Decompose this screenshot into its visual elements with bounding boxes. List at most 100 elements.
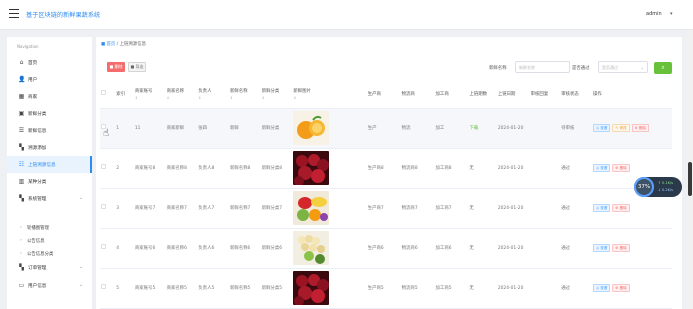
status-filter-label: 是否通过 <box>572 66 590 71</box>
user-menu[interactable]: admin <box>646 11 662 17</box>
cell-acct: 商家账号7 <box>133 188 166 229</box>
cell-proc: 加工商5 <box>434 268 469 309</box>
row-checkbox[interactable] <box>101 284 106 289</box>
delete-button[interactable]: ⊗ 删除 <box>612 284 630 292</box>
sidebar-item-2[interactable]: 👤 用户 <box>7 71 92 88</box>
sidebar-item-9[interactable]: ▚ 系统管理 ⌄ <box>7 190 92 207</box>
view-button[interactable]: ◎ 查看 <box>592 244 611 252</box>
cell-date: 2024-01-20 <box>496 108 530 149</box>
view-button[interactable]: ◎ 查看 <box>592 204 611 212</box>
delete-button[interactable]: ■ 删除 <box>107 62 125 72</box>
column-header[interactable]: 生产商 <box>366 80 401 109</box>
sort-icon[interactable]: ⇕ <box>198 96 228 100</box>
column-header[interactable]: 审核回复 <box>529 80 561 109</box>
column-header[interactable]: 索引 <box>115 80 134 109</box>
row-checkbox[interactable] <box>101 204 106 209</box>
table-row[interactable]: 1 11 商家新鲜 张四 新鲜 新鲜分类 生产 物流 加工 下载 2024-01-20 待审核 ◎ 查看… <box>100 108 672 149</box>
fruit-image[interactable] <box>293 151 365 185</box>
column-header[interactable]: 新鲜图片 ⇕ <box>292 80 367 109</box>
sort-icon[interactable]: ⇕ <box>230 96 260 100</box>
table-row[interactable]: 5 商家账号5 商家名称5 负责人5 新鲜名称5 新鲜分类5 生产商5 物流商5 加工商5 无 20… <box>100 268 672 309</box>
column-header[interactable]: 新鲜名称 ⇕ <box>228 80 261 109</box>
sidebar-item-1[interactable]: ⌂ 首页 <box>7 54 92 71</box>
cell-img <box>292 148 367 189</box>
column-header[interactable]: 商家名称 ⇕ <box>165 80 198 109</box>
delete-button[interactable]: ⊗ 删除 <box>612 164 630 172</box>
cell-img <box>292 268 367 309</box>
table-row[interactable]: 4 商家账号6 商家名称6 负责人6 新鲜名称6 新鲜分类6 生产商6 物流商6 加工商6 无 20… <box>100 228 672 269</box>
search-button[interactable]: ⌕ <box>654 62 672 74</box>
sidebar-item-11[interactable]: ▭ 用户信息 ⌄ <box>7 277 92 294</box>
table-row[interactable]: 2 商家账号8 商家名称8 负责人8 新鲜名称8 新鲜分类8 生产商8 物流商8 加工商8 无 20… <box>100 148 672 189</box>
hamburger-menu-icon[interactable] <box>9 9 19 18</box>
column-header[interactable]: 加工商 <box>434 80 469 109</box>
column-header[interactable]: 新鲜分类 ⇕ <box>260 80 293 109</box>
table-row[interactable]: 3 商家账号7 商家名称7 负责人7 新鲜名称7 新鲜分类7 生产商7 物流商7 加工商7 无 20… <box>100 188 672 229</box>
sort-icon[interactable]: ⇕ <box>293 96 365 100</box>
page-scrollbar[interactable] <box>687 30 693 309</box>
view-button[interactable]: ◎ 查看 <box>592 284 611 292</box>
column-header[interactable]: 商家账号 ⇕ <box>133 80 166 109</box>
delete-button[interactable]: ⊗ 删除 <box>612 204 630 212</box>
data-table: 索引 商家账号 ⇕ 商家名称 ⇕ 负责人 ⇕ 新鲜名称 ⇕ 新鲜分类 ⇕ 新鲜图片 ⇕ 生产商 物流商 加工商… <box>100 80 672 309</box>
sidebar-subitem-2[interactable]: › 公告信息 <box>7 235 92 247</box>
cpu-percent: 37% <box>634 177 654 197</box>
delete-button[interactable]: ⊗ 删除 <box>631 124 650 132</box>
cell-status: 通过 <box>560 148 592 189</box>
view-button[interactable]: ◎ 查看 <box>592 124 611 132</box>
sort-icon[interactable]: ⇕ <box>262 96 292 100</box>
cell-period: 无 <box>468 268 497 309</box>
row-checkbox[interactable] <box>101 164 106 169</box>
network-monitor-widget[interactable]: 37% ↑ 0.1K/s ↓ 0.2K/s <box>634 177 682 197</box>
fruit-image[interactable] <box>293 271 365 305</box>
cell-shop: 商家新鲜 <box>165 108 198 149</box>
sidebar-subitem-3[interactable]: › 公告信息分类 <box>7 248 92 260</box>
chevron-down-icon[interactable]: ▾ <box>670 11 673 17</box>
sidebar-item-6[interactable]: ▚ 溯源添加 <box>7 139 92 156</box>
cell-name: 新鲜名称6 <box>228 228 261 269</box>
sidebar-item-4[interactable]: ▣ 新鲜分类 <box>7 105 92 122</box>
sidebar-item-label: 商家 <box>28 95 38 100</box>
sidebar-subitem-1[interactable]: › 轮播图管理 <box>7 222 92 234</box>
row-checkbox[interactable] <box>101 244 106 249</box>
status-filter-select[interactable]: 是否通过 ⌄ <box>598 61 648 73</box>
cell-reply <box>529 268 561 309</box>
export-button[interactable]: ■ 导出 <box>128 62 146 72</box>
fruit-image[interactable] <box>293 111 365 145</box>
column-header[interactable]: 负责人 ⇕ <box>197 80 229 109</box>
cell-owner: 负责人8 <box>197 148 229 189</box>
sidebar-item-7[interactable]: ☷ 上链溯源信息 <box>7 156 92 173</box>
sidebar-item-10[interactable]: ▚ 订单管理 ⌄ <box>7 259 92 276</box>
column-header[interactable]: 操作 <box>591 80 672 109</box>
card-icon: ▭ <box>18 282 25 289</box>
column-header[interactable]: 物流商 <box>400 80 435 109</box>
column-header[interactable]: 上链期数 <box>468 80 497 109</box>
column-header[interactable]: 上链日期 <box>496 80 530 109</box>
cell-cat: 新鲜分类7 <box>260 188 293 229</box>
fruit-image[interactable] <box>293 191 365 225</box>
fruit-image[interactable] <box>293 231 365 265</box>
cell-name: 新鲜 <box>228 108 261 149</box>
sidebar-item-8[interactable]: ▥ 某种分类 <box>7 173 92 190</box>
sidebar-item-3[interactable]: ▦ 商家 <box>7 88 92 105</box>
sidebar-item-label: 系统管理 <box>28 197 47 202</box>
cell-shop: 商家名称6 <box>165 228 198 269</box>
column-header[interactable]: 审核状态 <box>560 80 592 109</box>
select-all-checkbox[interactable] <box>101 90 106 96</box>
mouse-pointer-icon: ☝ <box>103 128 110 139</box>
delete-button[interactable]: ⊗ 删除 <box>612 244 630 252</box>
sidebar-item-label: 溯源添加 <box>28 146 47 151</box>
cell-date: 2024-01-20 <box>496 148 530 189</box>
sidebar-item-5[interactable]: ☰ 新鲜信息 <box>7 122 92 139</box>
name-filter-input[interactable]: 新鲜名称 <box>515 61 570 73</box>
cell-period: 无 <box>468 188 497 229</box>
view-button[interactable]: ◎ 查看 <box>592 164 611 172</box>
sidebar-item-label: 用户信息 <box>28 284 47 289</box>
download-speed: ↓ 0.2K/s <box>658 188 673 192</box>
cell-acct: 11 <box>133 108 166 149</box>
sort-icon[interactable]: ⇕ <box>167 96 197 100</box>
sort-icon[interactable]: ⇕ <box>135 96 165 100</box>
breadcrumb-home[interactable]: ■ 首页 <box>101 42 115 47</box>
modify-button[interactable]: ✎ 修改 <box>612 124 630 132</box>
cell-date: 2024-01-20 <box>496 188 530 229</box>
